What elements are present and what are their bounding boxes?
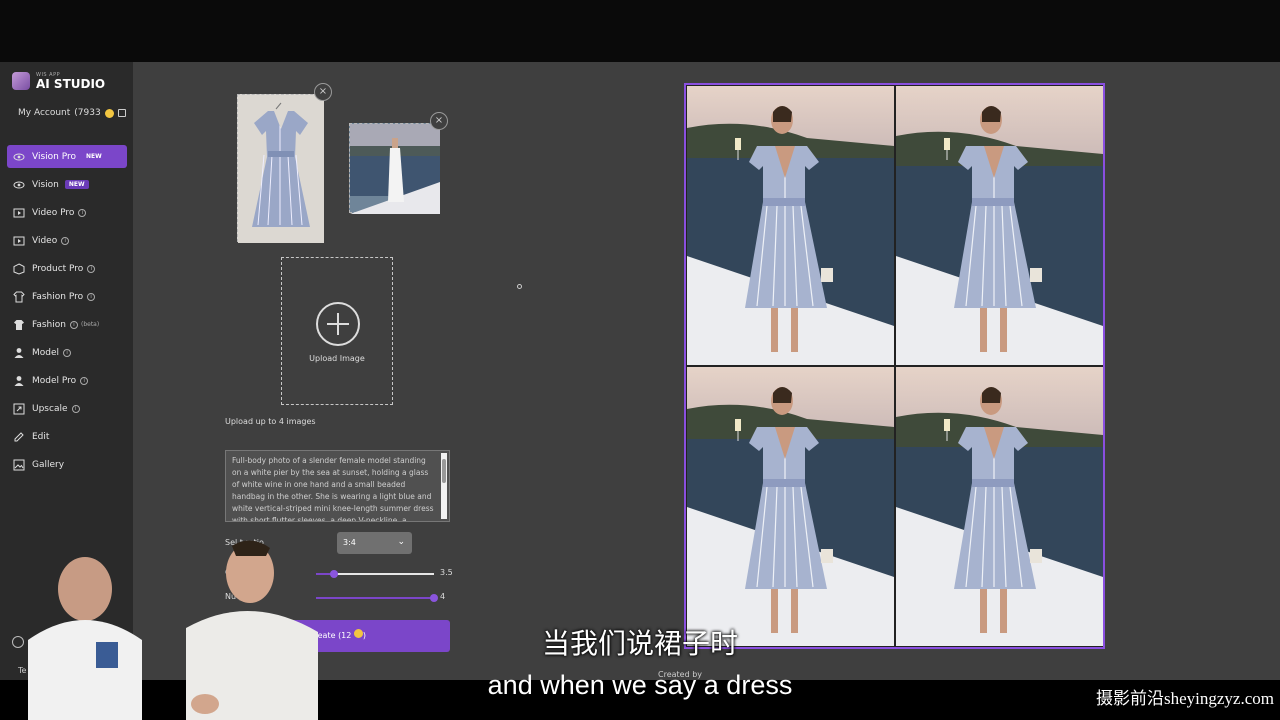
generated-image-1[interactable] xyxy=(687,86,894,365)
sidebar-item-video[interactable]: Video i xyxy=(7,229,127,252)
video-icon xyxy=(13,207,25,219)
app-logo[interactable]: WIS APP AI STUDIO xyxy=(12,72,105,90)
eye-sparkle-icon xyxy=(13,151,25,163)
prompt-text: Full-body photo of a slender female mode… xyxy=(232,456,434,522)
info-icon[interactable]: i xyxy=(78,208,87,217)
box-icon xyxy=(13,262,25,275)
guidance-slider[interactable] xyxy=(316,570,434,578)
top-black-bar xyxy=(0,0,1280,62)
sidebar-item-label: Vision xyxy=(32,179,59,190)
shirt-icon xyxy=(13,291,25,303)
upload-label: Upload Image xyxy=(309,354,365,363)
coin-icon xyxy=(104,108,114,118)
sidebar-item-label: Fashion xyxy=(32,319,66,330)
sidebar-item-model-pro[interactable]: Model Pro i xyxy=(7,369,127,392)
aspect-ratio-select[interactable]: 3:4 ⌄ xyxy=(337,532,412,554)
num-images-value: 4 xyxy=(440,592,446,601)
info-icon[interactable]: i xyxy=(61,236,70,245)
sidebar-item-label: Fashion Pro xyxy=(32,291,84,302)
sidebar-nav: Vision Pro NEW Vision NEW Video Pro i Video i Pr… xyxy=(7,145,127,481)
gallery-icon xyxy=(13,459,25,471)
video-icon xyxy=(13,235,25,247)
mouse-cursor xyxy=(517,284,522,289)
edit-icon xyxy=(13,431,25,443)
sidebar-item-fashion[interactable]: Fashion i (beta) xyxy=(7,313,127,336)
brand-name: AI STUDIO xyxy=(36,77,106,91)
sidebar-item-vision-pro[interactable]: Vision Pro NEW xyxy=(7,145,127,168)
eye-sparkle-icon xyxy=(13,179,25,191)
logo-icon xyxy=(12,72,30,90)
person-icon xyxy=(13,375,25,387)
uploaded-image-pier[interactable] xyxy=(349,123,440,214)
account-link[interactable]: My Account (7933 xyxy=(18,108,126,118)
generated-image-4[interactable] xyxy=(896,367,1103,646)
info-icon[interactable]: i xyxy=(71,404,80,413)
num-images-slider[interactable] xyxy=(316,594,438,602)
sidebar-item-upscale[interactable]: Upscale i xyxy=(7,397,127,420)
new-badge: NEW xyxy=(86,153,102,160)
sidebar-item-product-pro[interactable]: Product Pro i xyxy=(7,257,127,280)
remove-image-1-button[interactable]: × xyxy=(314,83,332,101)
sidebar-item-label: Gallery xyxy=(32,459,65,470)
upload-hint: Upload up to 4 images xyxy=(225,417,316,426)
generated-results-grid xyxy=(684,83,1105,649)
sidebar-item-label: Video Pro xyxy=(32,207,75,218)
generated-image-2[interactable] xyxy=(896,86,1103,365)
dress-image xyxy=(238,95,324,243)
sidebar-item-edit[interactable]: Edit xyxy=(7,425,127,448)
remove-image-2-button[interactable]: × xyxy=(430,112,448,130)
person-icon xyxy=(13,347,25,359)
guidance-slider-knob[interactable] xyxy=(330,570,338,578)
subtitle-english: and when we say a dress xyxy=(487,670,793,700)
sidebar-item-label: Model Pro xyxy=(32,375,77,386)
sidebar-item-model[interactable]: Model i xyxy=(7,341,127,364)
sidebar-item-label: Product Pro xyxy=(32,263,84,274)
sidebar-item-label: Model xyxy=(32,347,60,358)
screen: WIS APP AI STUDIO My Account (7933 Visio… xyxy=(0,0,1280,720)
info-icon[interactable]: i xyxy=(80,376,89,385)
generated-image-3[interactable] xyxy=(687,367,894,646)
presenter-2-hair xyxy=(232,540,270,556)
info-icon[interactable]: i xyxy=(87,264,96,273)
aspect-ratio-value: 3:4 xyxy=(343,538,356,547)
sidebar-item-label: Vision Pro xyxy=(32,151,76,162)
upscale-icon xyxy=(13,403,25,415)
beta-tag: (beta) xyxy=(80,321,100,328)
upload-image-dropzone[interactable]: Upload Image xyxy=(281,257,393,405)
sidebar-item-gallery[interactable]: Gallery xyxy=(7,453,127,476)
sidebar-item-label: Video xyxy=(32,235,58,246)
uploaded-image-dress[interactable] xyxy=(237,94,324,243)
info-icon[interactable]: i xyxy=(87,292,96,301)
account-label: My Account xyxy=(18,108,71,118)
num-images-slider-knob[interactable] xyxy=(430,594,438,602)
watermark: 摄影前沿sheyingzyz.com xyxy=(1096,689,1274,708)
presenter-1-head xyxy=(58,557,112,621)
pier-image xyxy=(350,124,440,214)
logout-icon[interactable] xyxy=(117,109,126,117)
info-icon[interactable]: i xyxy=(63,348,72,357)
sidebar-item-label: Edit xyxy=(32,431,50,442)
account-credits: (7933 xyxy=(74,108,101,118)
num-images-slider-fill xyxy=(316,597,434,599)
shirt-filled-icon xyxy=(13,319,25,331)
plus-icon xyxy=(316,302,360,346)
prompt-textarea[interactable]: Full-body photo of a slender female mode… xyxy=(225,450,450,522)
chevron-down-icon: ⌄ xyxy=(397,537,405,547)
guidance-value: 3.5 xyxy=(440,568,453,577)
subtitle-chinese: 当我们说裙子时 xyxy=(541,627,738,660)
prompt-scrollbar[interactable] xyxy=(441,453,447,519)
sidebar-item-video-pro[interactable]: Video Pro i xyxy=(7,201,127,224)
new-badge: NEW xyxy=(64,180,89,189)
sidebar-item-fashion-pro[interactable]: Fashion Pro i xyxy=(7,285,127,308)
sidebar-item-label: Upscale xyxy=(32,403,68,414)
sidebar-item-vision[interactable]: Vision NEW xyxy=(7,173,127,196)
info-icon[interactable]: i xyxy=(69,320,78,329)
